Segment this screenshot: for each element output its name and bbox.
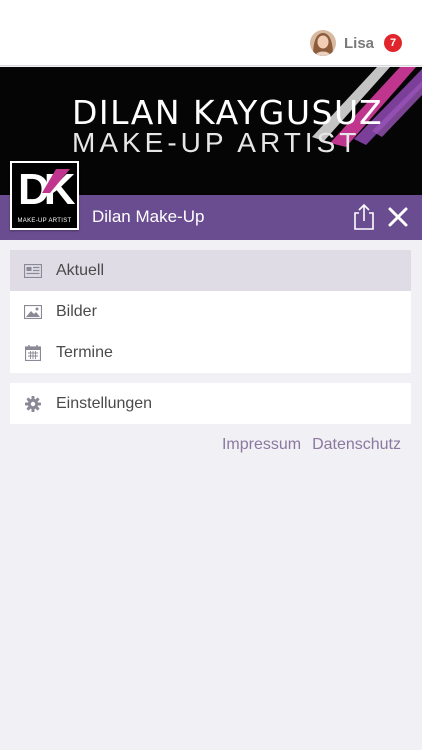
banner-subtitle: MAKE-UP ARTIST — [72, 127, 361, 158]
menu-item-label: Termine — [56, 343, 113, 361]
settings-menu: Einstellungen — [10, 383, 411, 424]
menu-item-label: Einstellungen — [56, 394, 153, 412]
menu-item-einstellungen[interactable]: Einstellungen — [10, 383, 411, 424]
share-button[interactable] — [352, 203, 376, 231]
notification-badge[interactable]: 7 — [384, 34, 402, 52]
menu-item-bilder[interactable]: Bilder — [10, 291, 411, 332]
user-profile[interactable]: Lisa 7 — [309, 30, 402, 56]
app-title: Dilan Make-Up — [92, 207, 205, 226]
menu-item-label: Bilder — [56, 302, 97, 320]
close-icon — [388, 207, 408, 227]
impressum-link[interactable]: Impressum — [222, 436, 301, 454]
main-menu: Aktuell Bilder Termine — [10, 250, 411, 373]
menu-item-label: Aktuell — [56, 261, 105, 279]
menu-item-aktuell[interactable]: Aktuell — [10, 250, 411, 291]
brand-logo: DK MAKE-UP ARTIST — [10, 161, 79, 230]
image-icon — [24, 303, 42, 321]
menu-item-termine[interactable]: Termine — [10, 332, 411, 373]
footer-links: Impressum Datenschutz — [211, 436, 401, 454]
logo-tagline: MAKE-UP ARTIST — [17, 218, 72, 224]
datenschutz-link[interactable]: Datenschutz — [312, 436, 401, 454]
avatar[interactable] — [309, 30, 336, 56]
user-name[interactable]: Lisa — [344, 35, 374, 52]
top-bar: Lisa 7 — [0, 0, 422, 66]
newspaper-icon — [24, 262, 42, 280]
share-icon — [354, 203, 374, 230]
calendar-icon — [24, 344, 42, 362]
close-button[interactable] — [386, 205, 410, 229]
gear-icon — [24, 395, 42, 413]
